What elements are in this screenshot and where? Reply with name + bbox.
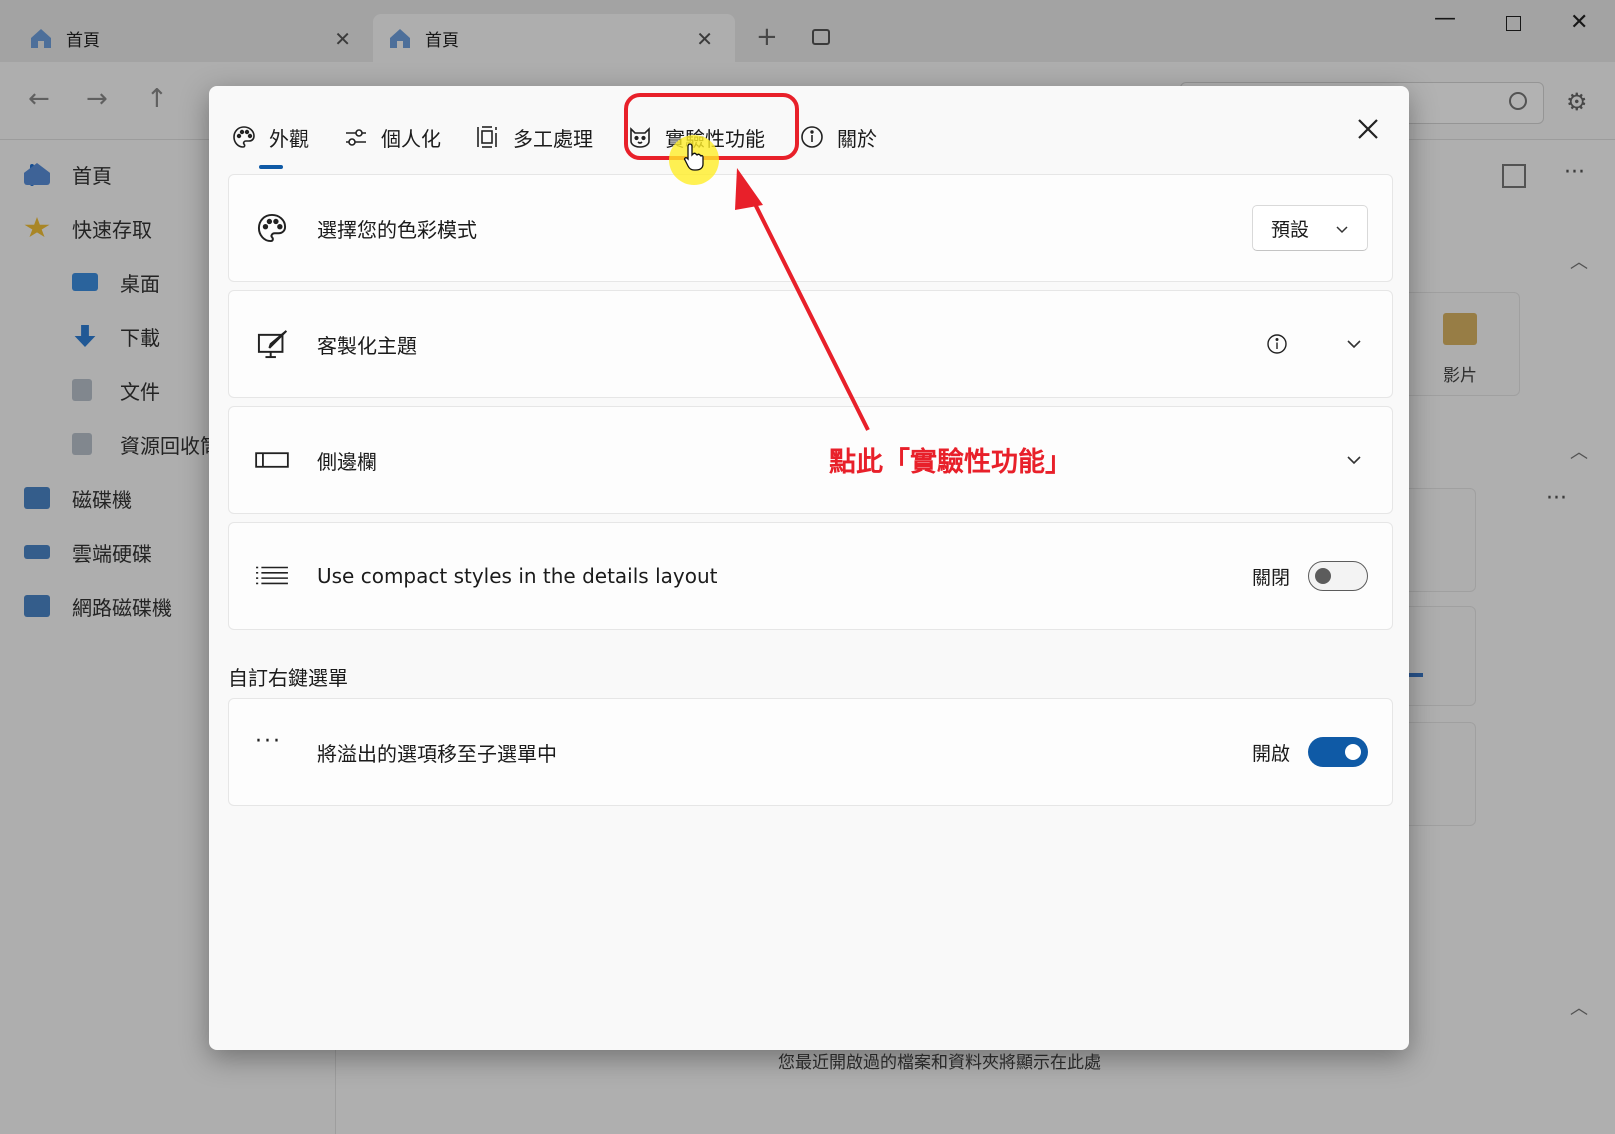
chevron-down-icon	[1336, 226, 1348, 234]
color-mode-setting: 選擇您的色彩模式 預設	[228, 174, 1393, 282]
more-options-icon: ···	[255, 729, 282, 754]
hand-cursor-icon	[683, 143, 704, 171]
close-icon[interactable]	[1355, 116, 1381, 142]
custom-theme-setting[interactable]: 客製化主題	[228, 290, 1393, 398]
toggle-knob	[1315, 568, 1331, 584]
tab-appearance[interactable]: 外觀	[231, 117, 309, 169]
toggle-state-text: 開啟	[1251, 742, 1290, 765]
setting-label: 選擇您的色彩模式	[317, 217, 477, 242]
tab-label: 關於	[837, 126, 877, 151]
palette-icon	[257, 213, 287, 243]
annotation-callout-text: 點此「實驗性功能」	[829, 447, 1072, 478]
setting-label: 將溢出的選項移至子選單中	[317, 741, 557, 766]
compact-styles-toggle[interactable]	[1308, 561, 1368, 591]
toggle-knob	[1345, 744, 1361, 760]
sidebar-layout-icon	[255, 452, 289, 468]
setting-label: Use compact styles in the details layout	[317, 564, 718, 588]
color-mode-dropdown[interactable]: 預設	[1252, 205, 1368, 251]
overflow-submenu-setting: ··· 將溢出的選項移至子選單中 開啟	[228, 698, 1393, 806]
palette-icon	[233, 126, 255, 148]
dropdown-value: 預設	[1271, 218, 1310, 241]
setting-label: 客製化主題	[317, 333, 417, 358]
tab-label: 多工處理	[513, 126, 593, 151]
info-icon	[801, 126, 823, 148]
info-icon[interactable]	[1266, 333, 1288, 355]
theme-brush-icon	[257, 330, 288, 359]
multitask-icon	[477, 126, 497, 148]
chevron-down-icon[interactable]	[1346, 452, 1362, 468]
tab-label: 外觀	[269, 126, 309, 151]
tab-multitasking[interactable]: 多工處理	[475, 117, 593, 157]
compact-styles-setting: Use compact styles in the details layout…	[228, 522, 1393, 630]
context-menu-heading: 自訂右鍵選單	[228, 666, 348, 690]
setting-label: 側邊欄	[317, 449, 377, 474]
chevron-down-icon[interactable]	[1346, 336, 1362, 352]
settings-dialog: 外觀 個人化 多工處理 實驗性功能 關於 選擇您的色彩模式 預設 客製化主題 側…	[209, 86, 1409, 1050]
sliders-icon	[346, 129, 366, 146]
tab-label: 個人化	[381, 126, 441, 151]
list-icon	[256, 566, 288, 585]
toggle-state-text: 關閉	[1251, 566, 1290, 589]
sidebar-setting[interactable]: 側邊欄	[228, 406, 1393, 514]
selected-tab-indicator	[259, 165, 283, 169]
tab-about[interactable]: 關於	[799, 117, 877, 157]
overflow-submenu-toggle[interactable]	[1308, 737, 1368, 767]
tab-personalization[interactable]: 個人化	[343, 117, 441, 157]
settings-tab-bar: 外觀 個人化 多工處理 實驗性功能 關於	[231, 112, 911, 169]
